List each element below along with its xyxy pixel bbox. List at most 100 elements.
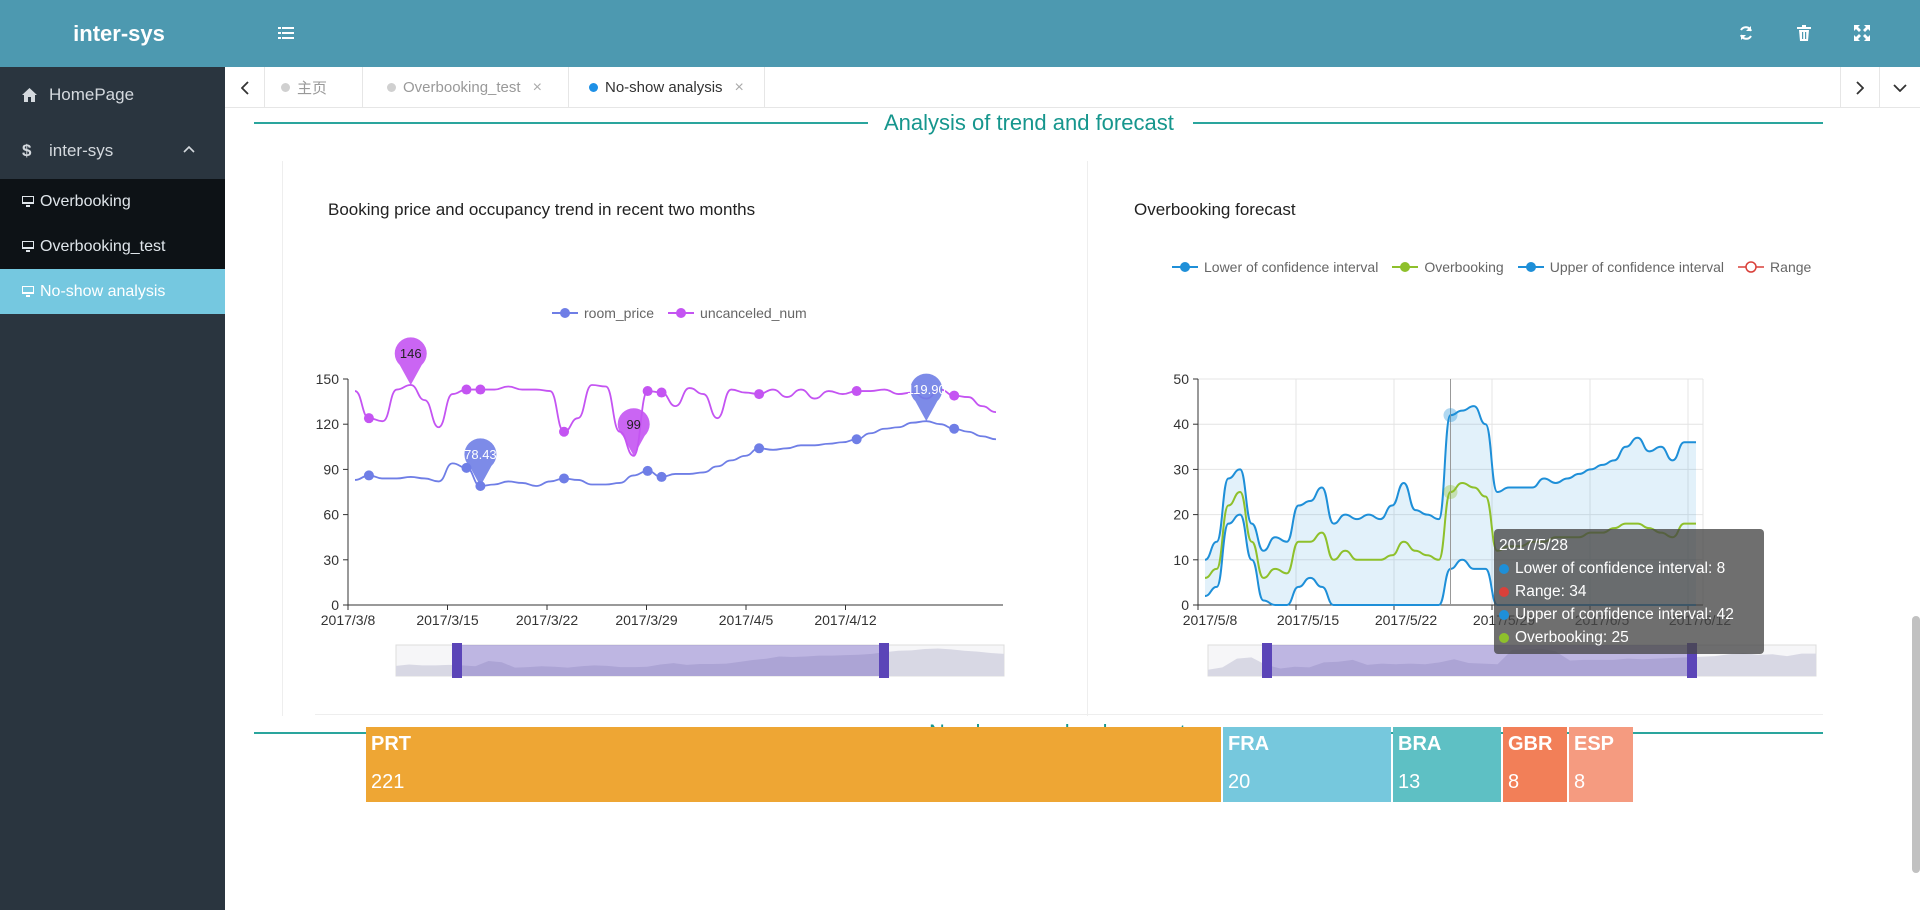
- chevron-left-icon: [240, 80, 249, 95]
- sidebar-subitem-label: Overbooking: [40, 192, 131, 210]
- chevron-down-icon: [1893, 83, 1907, 92]
- tabs-bar: 主页 Overbooking_test × No-show analysis ×: [225, 67, 1920, 108]
- sidebar-item-label: inter-sys: [49, 141, 114, 160]
- data-point: [949, 423, 960, 434]
- treemap-cell-label: PRT: [371, 733, 411, 755]
- tabs-dropdown-button[interactable]: [1880, 67, 1920, 108]
- top-header: inter-sys: [0, 0, 1920, 67]
- tab-close-icon[interactable]: ×: [735, 79, 744, 97]
- home-icon: [22, 88, 37, 102]
- monitor-icon: [22, 241, 34, 252]
- data-point: [949, 390, 960, 401]
- chart-tooltip: 2017/5/28 Lower of confidence interval: …: [1494, 529, 1764, 654]
- chevron-up-icon: [183, 145, 195, 153]
- marker-pin: [464, 438, 497, 486]
- panel-border: [315, 714, 1823, 715]
- treemap-cell-value: 221: [371, 771, 405, 793]
- chart-price-trend: 0 30 60 90 120 150 2017/3/8 2017/3/15 2017/3/22 2…: [316, 337, 1005, 678]
- data-point: [559, 473, 570, 484]
- y-tick-label: 30: [323, 552, 339, 568]
- treemap-cell-bra[interactable]: BRA 13: [1393, 727, 1501, 802]
- sidebar-item-overbooking-test[interactable]: Overbooking_test: [0, 224, 225, 269]
- marker-pin: [617, 408, 650, 456]
- sidebar-subitem-label: No-show analysis: [40, 282, 166, 300]
- tab-label: 主页: [297, 80, 328, 97]
- tooltip-row: Upper of confidence interval: 42: [1499, 603, 1759, 626]
- tab-status-dot: [589, 83, 598, 92]
- treemap-cell-value: 8: [1508, 771, 1520, 793]
- y-tick-label: 0: [1181, 597, 1189, 613]
- marker-label: 146: [400, 346, 422, 361]
- treemap-cell-label: GBR: [1508, 733, 1553, 755]
- sidebar-item-label: HomePage: [49, 85, 135, 104]
- treemap-cell-gbr[interactable]: GBR 8: [1503, 727, 1567, 802]
- marker-pin: [394, 337, 427, 386]
- y-tick-label: 10: [1173, 552, 1189, 568]
- data-point: [475, 384, 486, 395]
- zoom-handle-left: [1262, 643, 1272, 678]
- data-point: [656, 471, 667, 482]
- marker-label: 99: [626, 417, 640, 432]
- treemap-cell-label: BRA: [1398, 733, 1442, 755]
- treemap-cell-value: 13: [1398, 771, 1421, 793]
- tabs-scroll-left-button[interactable]: [225, 67, 265, 108]
- sidebar-item-homepage[interactable]: HomePage: [0, 67, 225, 123]
- y-tick-label: 90: [323, 461, 339, 477]
- treemap-cell-esp[interactable]: ESP 8: [1569, 727, 1633, 802]
- tooltip-row: Range: 34: [1499, 580, 1759, 603]
- y-tick-label: 30: [1173, 461, 1189, 477]
- data-point: [851, 434, 862, 445]
- refresh-icon[interactable]: [1733, 20, 1759, 46]
- treemap-cell-label: FRA: [1228, 733, 1270, 755]
- tabs-scroll-right-button[interactable]: [1840, 67, 1880, 108]
- page-scrollbar[interactable]: [1912, 616, 1920, 873]
- monitor-icon: [22, 286, 34, 297]
- sidebar-item-inter-sys[interactable]: $ inter-sys: [0, 123, 225, 179]
- zoom-handle-right: [879, 643, 889, 678]
- y-tick-label: 60: [323, 507, 339, 523]
- x-tick-label: 2017/5/8: [1183, 612, 1238, 628]
- marker-pin: [910, 373, 943, 422]
- sidebar-item-no-show-analysis[interactable]: No-show analysis: [0, 269, 225, 314]
- data-point: [851, 386, 862, 397]
- hover-point: [1443, 485, 1458, 499]
- tab-label: Overbooking_test: [403, 79, 521, 96]
- x-tick-label: 2017/4/5: [719, 612, 774, 628]
- app-logo: inter-sys: [73, 21, 165, 46]
- sidebar-item-overbooking[interactable]: Overbooking: [0, 179, 225, 224]
- y-tick-label: 20: [1173, 507, 1189, 523]
- data-point: [461, 384, 472, 395]
- fullscreen-icon[interactable]: [1849, 20, 1875, 46]
- marker-label: 78.43: [464, 447, 497, 462]
- tooltip-row: Lower of confidence interval: 8: [1499, 557, 1759, 580]
- tab-status-dot: [387, 83, 396, 92]
- dollar-icon: $: [22, 141, 32, 160]
- tab-no-show-analysis[interactable]: No-show analysis ×: [571, 67, 765, 108]
- tab-overbooking-test[interactable]: Overbooking_test ×: [371, 67, 569, 108]
- treemap-cell-prt[interactable]: PRT 221: [366, 727, 1221, 802]
- data-point: [754, 389, 765, 400]
- treemap-cell-label: ESP: [1574, 733, 1615, 755]
- x-tick-label: 2017/3/15: [416, 612, 478, 628]
- zoom-handle-left: [452, 643, 462, 678]
- tooltip-row: Overbooking: 25: [1499, 626, 1759, 649]
- tab-close-icon[interactable]: ×: [533, 79, 542, 97]
- trash-icon[interactable]: [1791, 20, 1817, 46]
- menu-toggle-icon[interactable]: [273, 20, 299, 46]
- y-tick-label: 120: [316, 416, 340, 432]
- chevron-right-icon: [1856, 80, 1864, 95]
- zoom-slider-window: [457, 645, 884, 676]
- tab-home[interactable]: 主页: [265, 67, 363, 108]
- data-point: [559, 426, 570, 437]
- data-point: [363, 413, 374, 424]
- data-point: [754, 443, 765, 454]
- treemap-cell-fra[interactable]: FRA 20: [1223, 727, 1391, 802]
- series-line-uncanceled_num: [354, 384, 997, 457]
- x-tick-label: 2017/3/22: [516, 612, 578, 628]
- x-tick-label: 2017/5/15: [1277, 612, 1339, 628]
- treemap-cell-value: 8: [1574, 771, 1586, 793]
- hover-point: [1443, 408, 1458, 423]
- sidebar-submenu: Overbooking Overbooking_test No-show ana…: [0, 179, 225, 314]
- y-tick-label: 40: [1173, 416, 1189, 432]
- data-point: [642, 386, 653, 397]
